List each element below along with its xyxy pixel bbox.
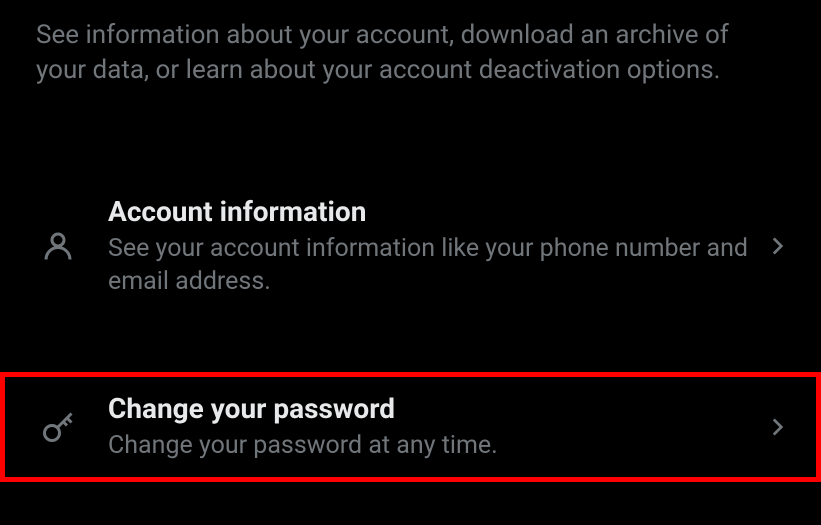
settings-item-account-information[interactable]: Account information See your account inf…	[0, 178, 821, 314]
chevron-right-icon	[761, 230, 793, 262]
settings-list: Account information See your account inf…	[0, 178, 821, 482]
settings-item-title: Account information	[108, 194, 749, 229]
settings-item-text: Account information See your account inf…	[108, 194, 749, 298]
person-icon	[36, 224, 80, 268]
chevron-right-icon	[761, 411, 793, 443]
spacer	[0, 314, 821, 372]
settings-item-subtitle: See your account information like your p…	[108, 233, 749, 298]
settings-item-text: Change your password Change your passwor…	[108, 391, 749, 463]
key-icon	[36, 405, 80, 449]
settings-item-change-password[interactable]: Change your password Change your passwor…	[0, 372, 821, 482]
section-description: See information about your account, down…	[0, 0, 821, 88]
settings-item-title: Change your password	[108, 391, 749, 426]
settings-item-subtitle: Change your password at any time.	[108, 430, 749, 463]
